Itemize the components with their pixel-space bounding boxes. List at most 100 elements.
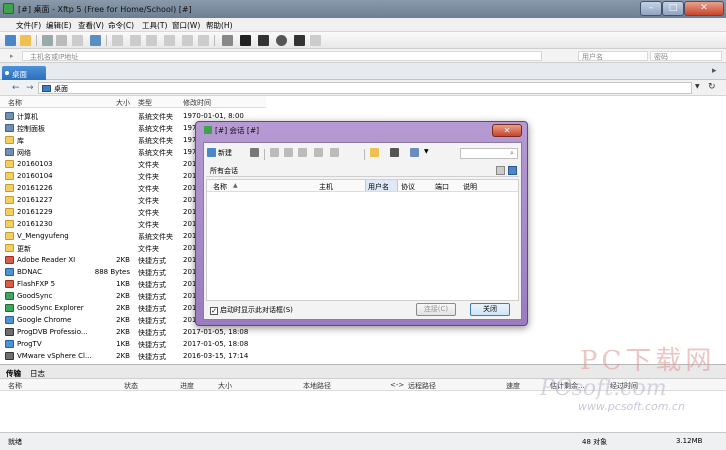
file-type: 系统文件夹 <box>138 125 173 133</box>
link-icon[interactable] <box>390 148 399 157</box>
session-search-input[interactable]: ⌕ <box>460 148 518 159</box>
disconnect-icon[interactable] <box>56 35 67 46</box>
menu-bar: 文件(F) 编辑(E) 查看(V) 命令(C) 工具(T) 窗口(W) 帮助(H… <box>0 18 726 32</box>
close-button[interactable]: ✕ <box>684 1 724 16</box>
sftp-icon[interactable] <box>258 35 269 46</box>
transfer-col-size[interactable]: 大小 <box>218 381 232 391</box>
file-row[interactable]: VMware vSphere Cl... 2KB 快捷方式 2016-03-15, 1… <box>0 350 266 362</box>
column-name[interactable]: 名称 <box>8 98 22 108</box>
menu-help[interactable]: 帮助(H) <box>206 20 233 31</box>
host-input[interactable] <box>22 51 542 61</box>
menu-view[interactable]: 查看(V) <box>78 20 104 31</box>
menu-file[interactable]: 文件(F) <box>16 20 41 31</box>
transfer-col-name[interactable]: 名称 <box>8 381 22 391</box>
folder-icon <box>5 136 14 144</box>
delete-icon[interactable] <box>164 35 175 46</box>
transfer-col-direction[interactable]: <-> <box>390 381 404 389</box>
forward-arrow-icon[interactable]: → <box>26 83 34 93</box>
transfer-icon[interactable] <box>222 35 233 46</box>
reconnect-icon[interactable] <box>72 35 83 46</box>
session-col-protocol[interactable]: 协议 <box>401 182 415 192</box>
transfer-col-status[interactable]: 状态 <box>124 381 138 391</box>
transfer-col-eta[interactable]: 估计剩余... <box>550 381 585 391</box>
refresh-icon[interactable]: ↻ <box>708 82 716 92</box>
toolbar-separator <box>36 35 37 46</box>
connect-icon[interactable] <box>42 35 53 46</box>
view-icon[interactable] <box>410 148 419 157</box>
path-input[interactable]: 桌面 <box>38 82 692 94</box>
new-session-button[interactable]: 新建 <box>218 148 232 158</box>
checkbox-label: 启动时显示此对话框(S) <box>220 306 293 314</box>
session-col-user[interactable]: 用户名 <box>365 180 398 191</box>
maximize-button[interactable]: □ <box>662 1 684 16</box>
cut-icon[interactable] <box>112 35 123 46</box>
new-session-icon[interactable] <box>207 148 216 157</box>
properties-icon[interactable] <box>330 148 339 157</box>
file-type: 文件夹 <box>138 221 159 229</box>
shortcut-icon <box>5 280 14 288</box>
rename-icon[interactable] <box>182 35 193 46</box>
tab-menu-icon[interactable]: ▸ <box>712 66 717 76</box>
menu-command[interactable]: 命令(C) <box>108 20 134 31</box>
connect-button[interactable]: 连接(C) <box>416 303 456 316</box>
session-col-port[interactable]: 端口 <box>435 182 449 192</box>
file-row[interactable]: ProgDVB Professio... 2KB 快捷方式 2017-01-05, 1… <box>0 326 266 338</box>
session-col-description[interactable]: 说明 <box>463 182 477 192</box>
folder-icon <box>5 160 14 168</box>
column-modified[interactable]: 修改时间 <box>183 98 211 108</box>
file-size: 888 Bytes <box>94 268 130 276</box>
file-type: 文件夹 <box>138 197 159 205</box>
back-arrow-icon[interactable]: ← <box>12 83 20 93</box>
session-tab-desktop[interactable]: 桌面 <box>2 66 46 80</box>
menu-window[interactable]: 窗口(W) <box>172 20 200 31</box>
new-session-icon[interactable] <box>5 35 16 46</box>
folder-icon[interactable] <box>370 148 379 157</box>
column-size[interactable]: 大小 <box>116 98 130 108</box>
up-folder-icon[interactable] <box>496 166 505 175</box>
folder-icon <box>5 232 14 240</box>
minimize-button[interactable]: – <box>640 1 662 16</box>
menu-edit[interactable]: 编辑(E) <box>46 20 72 31</box>
folder-icon <box>5 220 14 228</box>
properties-icon[interactable] <box>90 35 101 46</box>
path-dropdown-icon[interactable]: ▼ <box>695 83 700 90</box>
copy-icon[interactable] <box>284 148 293 157</box>
tab-log[interactable]: 日志 <box>30 368 45 379</box>
session-col-host[interactable]: 主机 <box>319 182 333 192</box>
view-dropdown-icon[interactable]: ▼ <box>424 148 429 155</box>
session-tool-icon[interactable] <box>250 148 259 157</box>
paste-icon[interactable] <box>146 35 157 46</box>
dialog-close-button[interactable]: ✕ <box>492 124 522 137</box>
refresh-icon[interactable] <box>198 35 209 46</box>
help-icon[interactable] <box>294 35 305 46</box>
open-folder-icon[interactable] <box>20 35 31 46</box>
transfer-col-remote-path[interactable]: 远程路径 <box>408 381 436 391</box>
paste-icon[interactable] <box>298 148 307 157</box>
cut-icon[interactable] <box>270 148 279 157</box>
sync-icon[interactable] <box>508 166 517 175</box>
column-type[interactable]: 类型 <box>138 98 152 108</box>
dialog-close-action-button[interactable]: 关闭 <box>470 303 510 316</box>
file-row[interactable]: ProgTV 1KB 快捷方式 2017-01-05, 18:08 <box>0 338 266 350</box>
file-name: 20161229 <box>17 208 53 216</box>
session-col-name[interactable]: 名称 <box>213 182 227 192</box>
transfer-col-local-path[interactable]: 本地路径 <box>303 381 331 391</box>
menu-tools[interactable]: 工具(T) <box>142 20 167 31</box>
tab-transfer[interactable]: 传输 <box>6 368 21 379</box>
desktop-icon <box>42 85 51 92</box>
sync-icon[interactable] <box>240 35 251 46</box>
show-on-startup-checkbox[interactable]: ✓ 启动时显示此对话框(S) <box>210 305 293 315</box>
more-icon[interactable] <box>310 35 321 46</box>
gear-icon[interactable] <box>276 35 287 46</box>
copy-icon[interactable] <box>130 35 141 46</box>
dialog-body: 新建 ▼ ⌕ 所有会话 名称 ▲ 主机 用户名 协议 端口 说明 ✓ 启动时显示… <box>203 142 522 320</box>
folder-icon <box>5 172 14 180</box>
file-size: 2KB <box>116 304 130 312</box>
toolbar-separator <box>264 149 265 160</box>
transfer-panel: 传输 日志 名称 状态 进度 大小 本地路径 <-> 远程路径 速度 估计剩余.… <box>0 364 726 432</box>
transfer-col-speed[interactable]: 速度 <box>506 381 520 391</box>
delete-icon[interactable] <box>314 148 323 157</box>
transfer-col-progress[interactable]: 进度 <box>180 381 194 391</box>
transfer-col-elapsed[interactable]: 经过时间 <box>610 381 638 391</box>
window-titlebar: [#] 桌面 - Xftp 5 (Free for Home/School) [… <box>0 0 726 18</box>
